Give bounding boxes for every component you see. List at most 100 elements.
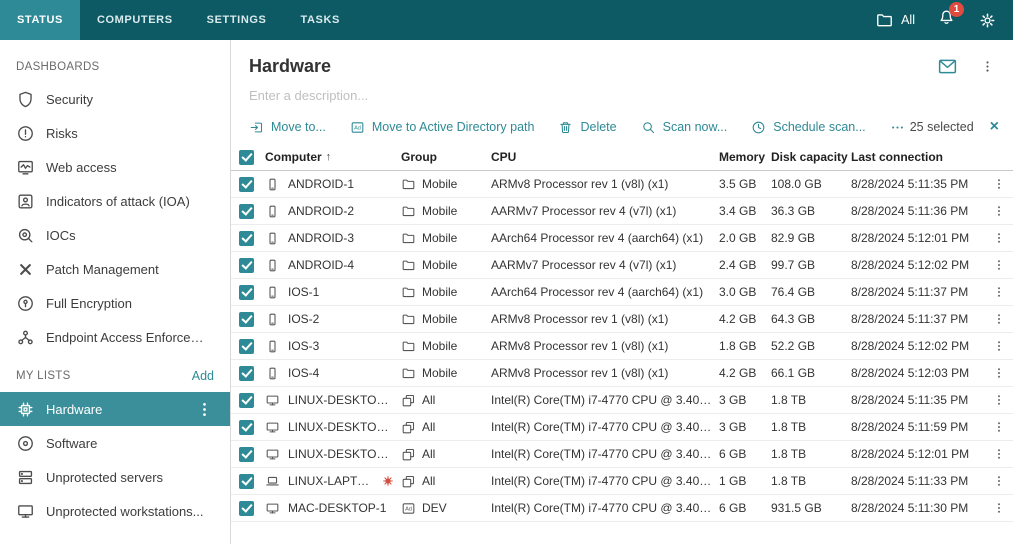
section-header-my-lists: MY LISTS Add	[0, 354, 230, 392]
sidebar-item-unprotected-workstations[interactable]: Unprotected workstations...	[0, 494, 230, 528]
column-header-group[interactable]: Group	[401, 150, 491, 164]
row-menu-icon[interactable]	[992, 420, 1006, 434]
group-name: All	[422, 447, 435, 461]
row-checkbox[interactable]	[239, 501, 254, 516]
row-menu-icon[interactable]	[992, 447, 1006, 461]
row-checkbox[interactable]	[239, 177, 254, 192]
section-title: MY LISTS	[16, 370, 71, 382]
row-menu-icon[interactable]	[992, 501, 1006, 515]
computer-cell: LINUX-DESKTOP-2	[265, 420, 401, 435]
row-checkbox[interactable]	[239, 420, 254, 435]
row-menu-icon[interactable]	[992, 366, 1006, 380]
table-header-row: Computer↑Group CPUMemoryDisk capacityLast…	[231, 144, 1013, 171]
row-menu-icon[interactable]	[992, 177, 1006, 191]
column-header-cpu[interactable]: CPU	[491, 150, 719, 164]
row-menu-icon[interactable]	[992, 312, 1006, 326]
row-checkbox[interactable]	[239, 258, 254, 273]
email-report-icon[interactable]	[937, 56, 958, 77]
computer-cell: ANDROID-4	[265, 258, 401, 273]
action-move-to-active-directory-path[interactable]: AdMove to Active Directory path	[350, 120, 535, 135]
main-tabs: STATUSCOMPUTERSSETTINGSTASKS	[0, 0, 357, 40]
sidebar-item-web-access[interactable]: Web access	[0, 150, 230, 184]
group-cell: All	[401, 474, 491, 489]
page-menu-icon[interactable]	[980, 59, 995, 74]
sidebar-item-software[interactable]: Software	[0, 426, 230, 460]
row-menu-icon[interactable]	[992, 285, 1006, 299]
tab-status[interactable]: STATUS	[0, 0, 80, 40]
settings-gear-button[interactable]	[978, 11, 997, 30]
action-move-to[interactable]: Move to...	[249, 120, 326, 135]
sidebar-item-endpoint-access-enforcement[interactable]: Endpoint Access Enforcement	[0, 320, 230, 354]
cpu-cell: AArch64 Processor rev 4 (aarch64) (x1)	[491, 231, 719, 245]
tab-settings[interactable]: SETTINGS	[190, 0, 284, 40]
computer-cell: LINUX-LAPTOP-1	[265, 474, 401, 489]
disk-capacity-cell: 1.8 TB	[771, 393, 851, 407]
hardware-table: Computer↑Group CPUMemoryDisk capacityLast…	[231, 144, 1013, 544]
disk-capacity-cell: 931.5 GB	[771, 501, 851, 515]
folder-icon	[401, 177, 416, 192]
software-icon	[16, 434, 35, 453]
row-menu-icon[interactable]	[992, 474, 1006, 488]
phone-icon	[265, 312, 280, 327]
cpu-cell: Intel(R) Core(TM) i7-4770 CPU @ 3.40GHz …	[491, 447, 719, 461]
disk-capacity-cell: 108.0 GB	[771, 177, 851, 191]
memory-cell: 2.0 GB	[719, 231, 771, 245]
column-header-computer[interactable]: Computer↑	[265, 150, 401, 164]
column-label: Group	[401, 150, 437, 164]
sidebar-item-full-encryption[interactable]: Full Encryption	[0, 286, 230, 320]
action-more-actions[interactable]	[890, 120, 905, 135]
add-list-link[interactable]: Add	[192, 369, 214, 383]
list-item-menu-icon[interactable]	[195, 400, 214, 419]
scope-selector[interactable]: All	[875, 11, 915, 30]
cpu-cell: ARMv8 Processor rev 1 (v8l) (x1)	[491, 312, 719, 326]
trash-icon	[558, 120, 573, 135]
table-row: IOS-2MobileARMv8 Processor rev 1 (v8l) (…	[231, 306, 1013, 333]
sidebar-item-indicators-of-attack-ioa[interactable]: Indicators of attack (IOA)	[0, 184, 230, 218]
row-checkbox[interactable]	[239, 366, 254, 381]
column-header-memory[interactable]: Memory	[719, 150, 771, 164]
sidebar-item-unprotected-servers[interactable]: Unprotected servers	[0, 460, 230, 494]
column-header-disk-capacity[interactable]: Disk capacity	[771, 150, 851, 164]
row-checkbox[interactable]	[239, 447, 254, 462]
clear-selection-icon[interactable]: ×	[990, 119, 999, 135]
row-checkbox[interactable]	[239, 204, 254, 219]
select-all-checkbox[interactable]	[239, 150, 254, 165]
sidebar-item-iocs[interactable]: IOCs	[0, 218, 230, 252]
column-header-last-connection[interactable]: Last connection	[851, 150, 987, 164]
last-connection-cell: 8/28/2024 5:11:37 PM	[851, 312, 987, 326]
row-menu-icon[interactable]	[992, 231, 1006, 245]
tab-tasks[interactable]: TASKS	[283, 0, 356, 40]
action-scan-now[interactable]: Scan now...	[641, 120, 728, 135]
row-menu-icon[interactable]	[992, 393, 1006, 407]
cpu-cell: ARMv8 Processor rev 1 (v8l) (x1)	[491, 339, 719, 353]
tab-computers[interactable]: COMPUTERS	[80, 0, 190, 40]
row-checkbox[interactable]	[239, 231, 254, 246]
sidebar-item-hardware[interactable]: Hardware	[0, 392, 230, 426]
row-checkbox[interactable]	[239, 312, 254, 327]
computer-cell: IOS-3	[265, 339, 401, 354]
encryption-icon	[16, 294, 35, 313]
action-delete[interactable]: Delete	[558, 120, 616, 135]
sidebar-item-label: Endpoint Access Enforcement	[46, 330, 214, 345]
row-checkbox[interactable]	[239, 285, 254, 300]
row-checkbox[interactable]	[239, 474, 254, 489]
sidebar-item-patch-management[interactable]: Patch Management	[0, 252, 230, 286]
row-checkbox[interactable]	[239, 393, 254, 408]
sidebar-item-security[interactable]: Security	[0, 82, 230, 116]
action-schedule-scan[interactable]: Schedule scan...	[751, 120, 865, 135]
sidebar-item-risks[interactable]: Risks	[0, 116, 230, 150]
computer-cell: ANDROID-3	[265, 231, 401, 246]
server-icon	[16, 468, 35, 487]
workstation-icon	[16, 502, 35, 521]
row-menu-icon[interactable]	[992, 258, 1006, 272]
row-menu-icon[interactable]	[992, 204, 1006, 218]
monitor-icon	[265, 420, 280, 435]
row-checkbox[interactable]	[239, 339, 254, 354]
disk-capacity-cell: 36.3 GB	[771, 204, 851, 218]
description-input[interactable]: Enter a description...	[231, 79, 1013, 110]
row-menu-icon[interactable]	[992, 339, 1006, 353]
topbar-actions: All 1	[875, 8, 1013, 32]
action-label: Delete	[580, 120, 616, 134]
notifications-button[interactable]: 1	[937, 8, 956, 32]
group-name: Mobile	[422, 258, 457, 272]
